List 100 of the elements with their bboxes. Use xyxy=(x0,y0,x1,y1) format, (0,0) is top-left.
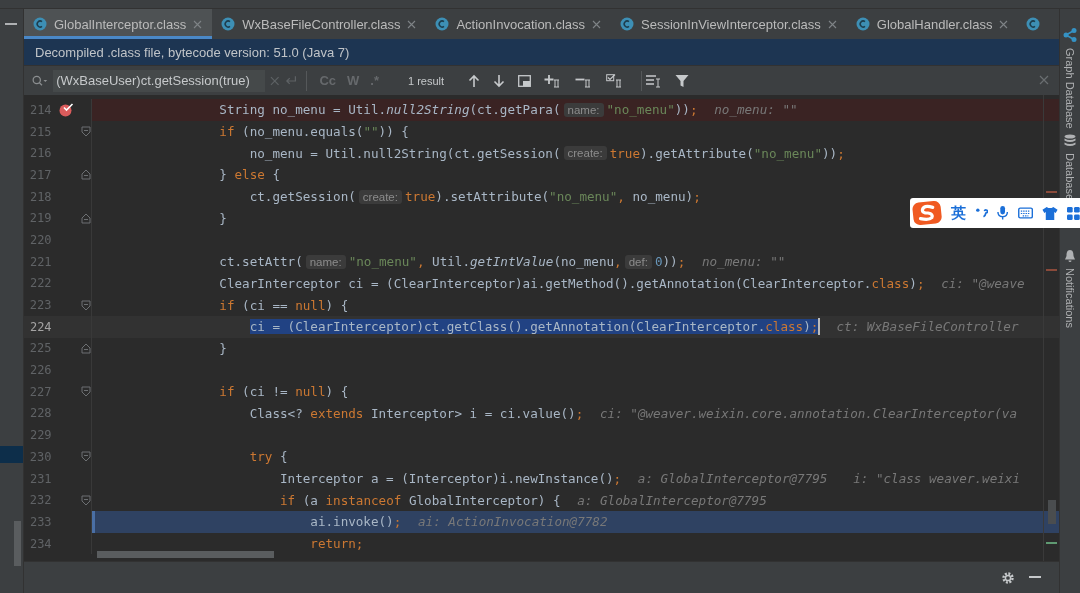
line-number: 220 xyxy=(28,232,52,247)
line-number: 219 xyxy=(28,211,52,226)
input-mode-toggle[interactable]: 英 xyxy=(951,203,967,223)
line-number: 217 xyxy=(28,167,52,182)
filter-lines-icon[interactable] xyxy=(646,73,663,88)
line-number: 234 xyxy=(28,536,52,551)
close-icon[interactable] xyxy=(1039,75,1049,85)
settings-icon[interactable] xyxy=(1001,570,1015,585)
fold-icon[interactable] xyxy=(81,386,91,398)
close-icon[interactable] xyxy=(407,19,417,29)
line-number: 218 xyxy=(28,189,52,204)
tool-window-label[interactable]: Notifications xyxy=(1064,267,1076,328)
code-text: "no_menu")); xyxy=(606,102,698,118)
graph-icon[interactable] xyxy=(1062,27,1078,43)
code-text: String no_menu = Util.null2String(ct.getPara( xyxy=(218,102,561,118)
close-icon[interactable] xyxy=(827,19,837,29)
code-text: Class<? extends Interceptor> i = ci.value(); xyxy=(248,405,584,421)
text-cursor xyxy=(818,318,820,336)
code-text: "no_menu", Util.getIntValue(no_menu, xyxy=(348,254,622,270)
close-icon[interactable] xyxy=(193,19,203,29)
fold-icon[interactable] xyxy=(81,451,91,463)
code-text: ClearInterceptor ci = (ClearInterceptor)ai.getMethod().getAnnotation(ClearInterceptor.class); xyxy=(218,275,925,291)
inline-value: no_menu: "" xyxy=(701,254,786,270)
editor-tab[interactable]: SessionInViewInterceptor.class xyxy=(611,9,847,39)
code-text: } xyxy=(218,340,227,356)
code-text: ai.invoke(); xyxy=(309,514,402,530)
class-file-icon xyxy=(33,17,47,31)
keyboard-icon[interactable] xyxy=(1017,207,1033,219)
line-number: 231 xyxy=(28,471,52,486)
database-icon[interactable] xyxy=(1064,133,1076,148)
fold-icon[interactable] xyxy=(81,494,91,506)
bell-icon[interactable] xyxy=(1064,248,1076,263)
fold-icon[interactable] xyxy=(81,212,91,224)
class-file-icon[interactable] xyxy=(1026,17,1041,31)
close-icon[interactable] xyxy=(592,19,602,29)
line-number: 226 xyxy=(28,363,52,378)
code-text: if (a instanceof GlobalInterceptor) { xyxy=(279,492,561,508)
editor-tab[interactable]: GlobalInterceptor.class xyxy=(24,9,213,39)
line-number: 232 xyxy=(28,493,52,508)
arrow-up-icon[interactable] xyxy=(468,73,481,88)
inline-value: ci: "@weave xyxy=(941,275,1025,291)
line-number: 233 xyxy=(28,514,52,529)
inline-value: ai: ActionInvocation@7782 xyxy=(417,514,608,530)
fold-icon[interactable] xyxy=(81,299,91,311)
tool-window-label[interactable]: Database xyxy=(1064,152,1076,200)
code-text: try { xyxy=(248,449,288,465)
code-text: if (ci == null) { xyxy=(218,297,349,313)
parameter-hint: create: xyxy=(358,189,402,204)
code-text: 0)); xyxy=(654,254,686,270)
code-text: Interceptor a = (Interceptor)i.newInstance(); xyxy=(278,471,622,487)
editor-tab[interactable]: WxBaseFileController.class xyxy=(212,9,427,39)
parameter-hint: name: xyxy=(305,254,346,269)
fold-icon[interactable] xyxy=(81,342,91,354)
scrollbar-thumb[interactable] xyxy=(1048,500,1056,524)
grid-icon[interactable] xyxy=(1066,205,1080,221)
window-icon[interactable] xyxy=(518,74,532,87)
search-field[interactable]: (WxBaseUser)ct.getSession(true) xyxy=(53,69,265,92)
inline-value: ci: "@weaver.weixin.core.annotation.ClearInterceptor(va xyxy=(599,405,1017,421)
line-number: 227 xyxy=(28,384,52,399)
fold-icon[interactable] xyxy=(81,169,91,181)
fold-icon[interactable] xyxy=(81,126,91,138)
code-text: } xyxy=(218,210,227,226)
code-text: true).getAttribute("no_menu")); xyxy=(609,145,845,161)
code-text: if (no_menu.equals("")) { xyxy=(218,124,409,140)
ime-logo-icon[interactable] xyxy=(912,200,943,226)
class-file-icon xyxy=(855,17,870,31)
clear-icon[interactable] xyxy=(269,75,280,86)
parameter-hint: def: xyxy=(624,254,652,269)
microphone-icon[interactable] xyxy=(997,205,1009,221)
line-number: 216 xyxy=(28,146,52,161)
newline-icon[interactable] xyxy=(284,74,298,87)
line-number: 229 xyxy=(28,428,52,443)
editor-tab[interactable]: GlobalHandler.class xyxy=(846,9,1019,39)
banner-text: Decompiled .class file, bytecode version: 51.0 (Java 7) xyxy=(35,44,350,60)
filter-icon[interactable] xyxy=(675,73,690,88)
selected-code: ci = (ClearInterceptor)ct.getClass().getAnnotation(ClearInterceptor.class); xyxy=(249,319,819,335)
code-text: } else { xyxy=(218,167,280,183)
minimize-icon[interactable] xyxy=(5,23,17,26)
breakpoint-icon[interactable] xyxy=(58,102,74,117)
inline-value: no_menu: "" xyxy=(714,102,798,118)
shirt-icon[interactable] xyxy=(1041,205,1058,221)
line-number: 230 xyxy=(28,449,52,464)
parameter-hint: create: xyxy=(563,146,607,161)
punctuation-icon[interactable] xyxy=(975,207,989,219)
parameter-hint: name: xyxy=(563,102,604,117)
close-icon[interactable] xyxy=(999,19,1009,29)
scrollbar-thumb[interactable] xyxy=(97,551,274,558)
search-icon[interactable] xyxy=(32,74,49,87)
minimize-icon[interactable] xyxy=(1029,576,1041,579)
code-text: if (ci != null) { xyxy=(218,384,349,400)
scrollbar-thumb[interactable] xyxy=(14,521,21,566)
editor-tab[interactable]: ActionInvocation.class xyxy=(426,9,612,39)
code-text: true).setAttribute("no_menu", no_menu); xyxy=(404,189,701,205)
tool-window-label[interactable]: Graph Database xyxy=(1064,48,1076,129)
arrow-down-icon[interactable] xyxy=(493,73,506,88)
line-number: 225 xyxy=(28,341,52,356)
line-number: 222 xyxy=(28,276,52,291)
code-text: ct.getSession( xyxy=(248,189,356,205)
line-number: 224 xyxy=(28,319,52,334)
inline-value: a: GlobalInterceptor@7795 xyxy=(577,492,767,508)
